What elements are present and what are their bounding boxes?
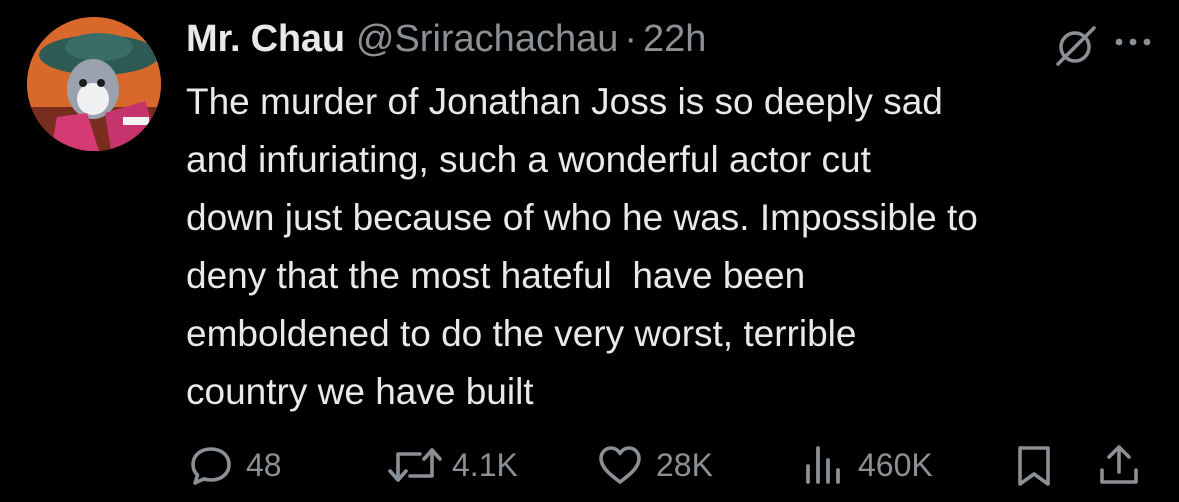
tweet-header: Mr. Chau @Srirachachau · 22h — [186, 14, 1159, 64]
tweet-text-line: country we have built — [186, 371, 534, 412]
reply-count: 48 — [246, 446, 282, 483]
tweet-text-line: down just because of who he was. Impossi… — [186, 197, 978, 238]
like-count: 28K — [656, 446, 713, 483]
repost-button[interactable]: 4.1K — [386, 440, 518, 490]
share-button[interactable] — [1096, 440, 1142, 490]
author-name[interactable]: Mr. Chau — [186, 18, 345, 61]
timestamp[interactable]: 22h — [643, 18, 706, 61]
views-button[interactable]: 460K — [800, 440, 933, 490]
action-bar: 48 4.1K 28K 460K — [186, 440, 1146, 490]
bookmark-icon — [1018, 446, 1050, 486]
separator-dot: · — [624, 17, 638, 60]
author-handle[interactable]: @Srirachachau — [356, 18, 618, 61]
share-icon — [1100, 445, 1138, 484]
like-icon — [599, 446, 641, 484]
tweet-text-line: and infuriating, such a wonderful actor … — [186, 139, 871, 180]
tweet-text-line: emboldened to do the very worst, terribl… — [186, 313, 857, 354]
views-icon — [806, 446, 840, 484]
tweet[interactable]: Mr. Chau @Srirachachau · 22h The murder … — [0, 0, 1179, 502]
like-button[interactable]: 28K — [596, 440, 713, 490]
grok-icon[interactable] — [1055, 24, 1097, 66]
repost-icon — [388, 448, 442, 482]
reply-icon — [191, 447, 231, 485]
avatar[interactable] — [27, 17, 161, 151]
views-count: 460K — [858, 446, 933, 483]
tweet-text-line: deny that the most hateful have been — [186, 255, 806, 296]
reply-button[interactable]: 48 — [188, 440, 282, 490]
tweet-text-line: The murder of Jonathan Joss is so deeply… — [186, 81, 943, 122]
repost-count: 4.1K — [452, 446, 518, 483]
tweet-text: The murder of Jonathan Joss is so deeply… — [186, 73, 1161, 421]
more-icon[interactable] — [1111, 24, 1155, 60]
bookmark-button[interactable] — [1012, 440, 1056, 490]
